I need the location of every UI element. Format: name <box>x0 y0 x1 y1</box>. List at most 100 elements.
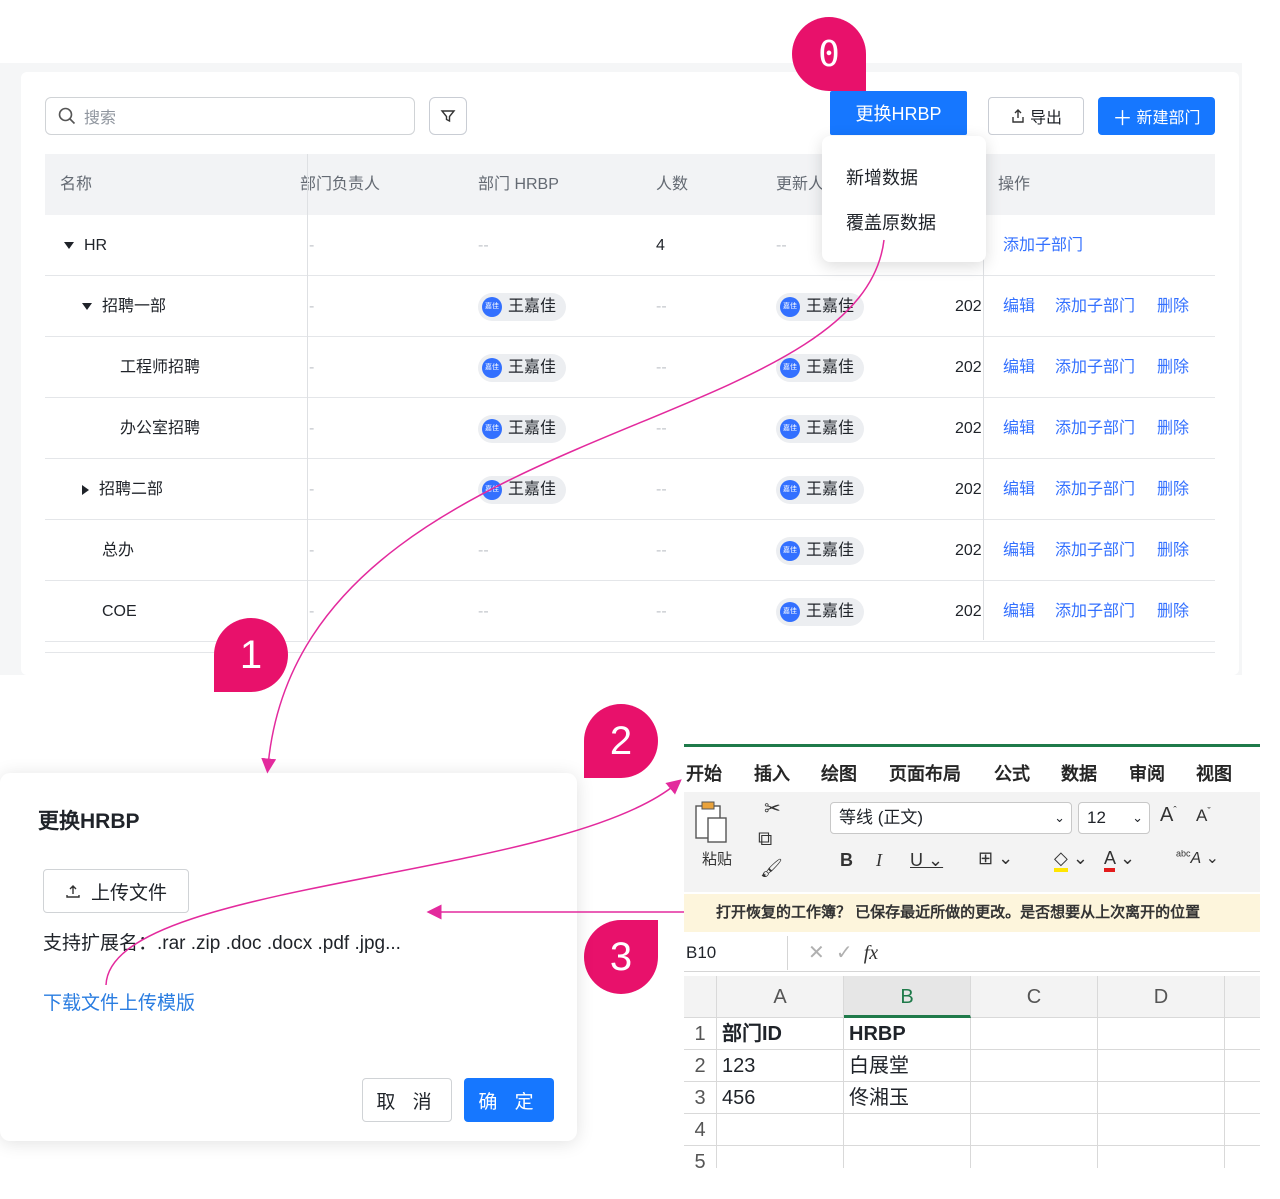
dropdown-item-add-data[interactable]: 新增数据 <box>846 164 918 190</box>
column-header-updater: 更新人 <box>776 176 825 193</box>
row-header[interactable]: 3 <box>684 1082 717 1114</box>
update-time-cell: 202 <box>955 603 982 620</box>
export-button[interactable]: 导出 <box>988 97 1084 135</box>
ribbon-tab-home[interactable]: 开始 <box>686 760 722 796</box>
add-subdepartment-link[interactable]: 添加子部门 <box>1055 337 1135 398</box>
add-subdepartment-link[interactable]: 添加子部门 <box>1055 276 1135 337</box>
collapse-icon[interactable] <box>82 303 92 311</box>
cell-c4[interactable] <box>971 1114 1098 1146</box>
delete-link[interactable]: 删除 <box>1157 581 1189 642</box>
confirm-button[interactable]: 确 定 <box>464 1078 554 1122</box>
ribbon-tab-formulas[interactable]: 公式 <box>994 760 1030 786</box>
paste-icon[interactable] <box>692 800 732 846</box>
column-header-e[interactable] <box>1225 976 1260 1018</box>
text-orientation-icon[interactable]: abcA ⌄ <box>1176 848 1219 868</box>
delete-link[interactable]: 删除 <box>1157 520 1189 581</box>
font-color-icon[interactable]: A ⌄ <box>1104 848 1135 872</box>
replace-hrbp-button[interactable]: 更换HRBP <box>830 91 967 135</box>
cell-e2[interactable] <box>1225 1050 1260 1082</box>
cell-a2[interactable]: 123 <box>717 1050 844 1082</box>
dropdown-item-overwrite-data[interactable]: 覆盖原数据 <box>846 209 936 235</box>
italic-icon[interactable]: I <box>876 850 882 871</box>
decrease-font-icon[interactable]: Aˇ <box>1196 806 1211 826</box>
cell-d1[interactable] <box>1098 1018 1225 1050</box>
edit-link[interactable]: 编辑 <box>1003 520 1035 581</box>
download-template-link[interactable]: 下载文件上传模版 <box>43 988 195 1015</box>
ribbon-tab-draw[interactable]: 绘图 <box>821 760 857 786</box>
add-subdepartment-link[interactable]: 添加子部门 <box>1055 459 1135 520</box>
bold-icon[interactable]: B <box>840 850 853 871</box>
ribbon-tab-review[interactable]: 审阅 <box>1129 760 1165 786</box>
paste-label: 粘贴 <box>702 851 733 868</box>
filter-button[interactable] <box>429 97 467 135</box>
font-family-value: 等线 (正文) <box>839 808 924 827</box>
ribbon-tab-page-layout[interactable]: 页面布局 <box>889 760 961 786</box>
copy-icon[interactable]: ⧉ <box>758 828 772 851</box>
add-subdepartment-link[interactable]: 添加子部门 <box>1055 520 1135 581</box>
cell-e5[interactable] <box>1225 1146 1260 1168</box>
cell-a3[interactable]: 456 <box>717 1082 844 1114</box>
column-header-c[interactable]: C <box>971 976 1098 1018</box>
cell-d2[interactable] <box>1098 1050 1225 1082</box>
row-header[interactable]: 5 <box>684 1146 717 1168</box>
hrbp-chip: 嘉佳 王嘉佳 <box>478 415 567 443</box>
ribbon-tab-data[interactable]: 数据 <box>1061 760 1097 786</box>
cell-c3[interactable] <box>971 1082 1098 1114</box>
cut-icon[interactable]: ✂ <box>764 796 781 821</box>
cell-b2[interactable]: 白展堂 <box>844 1050 971 1082</box>
fill-color-icon[interactable]: ◇ ⌄ <box>1054 848 1088 872</box>
add-subdepartment-link[interactable]: 添加子部门 <box>1055 581 1135 642</box>
cell-c2[interactable] <box>971 1050 1098 1082</box>
name-box[interactable]: B10 <box>686 936 788 970</box>
delete-link[interactable]: 删除 <box>1157 337 1189 398</box>
edit-link[interactable]: 编辑 <box>1003 398 1035 459</box>
cell-c1[interactable] <box>971 1018 1098 1050</box>
expand-icon[interactable] <box>82 484 89 495</box>
delete-link[interactable]: 删除 <box>1157 459 1189 520</box>
format-painter-icon[interactable]: 🖌 <box>760 858 783 879</box>
cell-b3[interactable]: 佟湘玉 <box>844 1082 971 1114</box>
delete-link[interactable]: 删除 <box>1157 276 1189 337</box>
edit-link[interactable]: 编辑 <box>1003 337 1035 398</box>
column-header-a[interactable]: A <box>717 976 844 1018</box>
edit-link[interactable]: 编辑 <box>1003 459 1035 520</box>
edit-link[interactable]: 编辑 <box>1003 581 1035 642</box>
cell-c5[interactable] <box>971 1146 1098 1168</box>
cancel-button[interactable]: 取 消 <box>362 1078 452 1122</box>
search-input[interactable]: 搜索 <box>45 97 415 135</box>
add-subdepartment-link[interactable]: 添加子部门 <box>1003 215 1083 276</box>
collapse-icon[interactable] <box>64 242 74 250</box>
increase-font-icon[interactable]: Aˆ <box>1160 804 1177 827</box>
row-header[interactable]: 4 <box>684 1114 717 1146</box>
borders-icon[interactable]: ⊞ ⌄ <box>978 848 1013 869</box>
cell-e4[interactable] <box>1225 1114 1260 1146</box>
cell-e1[interactable] <box>1225 1018 1260 1050</box>
ribbon-tab-insert[interactable]: 插入 <box>754 760 790 786</box>
row-header[interactable]: 2 <box>684 1050 717 1082</box>
hrbp-chip: 嘉佳 王嘉佳 <box>478 476 567 504</box>
upload-file-button[interactable]: 上传文件 <box>43 869 189 913</box>
cell-a4[interactable] <box>717 1114 844 1146</box>
select-all-corner[interactable] <box>684 976 717 1018</box>
cell-b4[interactable] <box>844 1114 971 1146</box>
font-size-select[interactable]: 12 ⌄ <box>1078 802 1150 834</box>
ribbon-tab-view[interactable]: 视图 <box>1196 760 1232 786</box>
cell-d4[interactable] <box>1098 1114 1225 1146</box>
new-department-button[interactable]: ＋ 新建部门 <box>1098 97 1215 135</box>
row-header[interactable]: 1 <box>684 1018 717 1050</box>
cell-d3[interactable] <box>1098 1082 1225 1114</box>
column-header-b[interactable]: B <box>844 976 971 1018</box>
cell-b1[interactable]: HRBP <box>844 1018 971 1050</box>
add-subdepartment-link[interactable]: 添加子部门 <box>1055 398 1135 459</box>
edit-link[interactable]: 编辑 <box>1003 276 1035 337</box>
column-header-d[interactable]: D <box>1098 976 1225 1018</box>
cell-b5[interactable] <box>844 1146 971 1168</box>
underline-icon[interactable]: U ⌄ <box>910 850 943 871</box>
cell-a1[interactable]: 部门ID <box>717 1018 844 1050</box>
hrbp-cell: -- <box>478 603 489 620</box>
cell-e3[interactable] <box>1225 1082 1260 1114</box>
cell-a5[interactable] <box>717 1146 844 1168</box>
delete-link[interactable]: 删除 <box>1157 398 1189 459</box>
cell-d5[interactable] <box>1098 1146 1225 1168</box>
font-family-select[interactable]: 等线 (正文) ⌄ <box>830 802 1072 834</box>
